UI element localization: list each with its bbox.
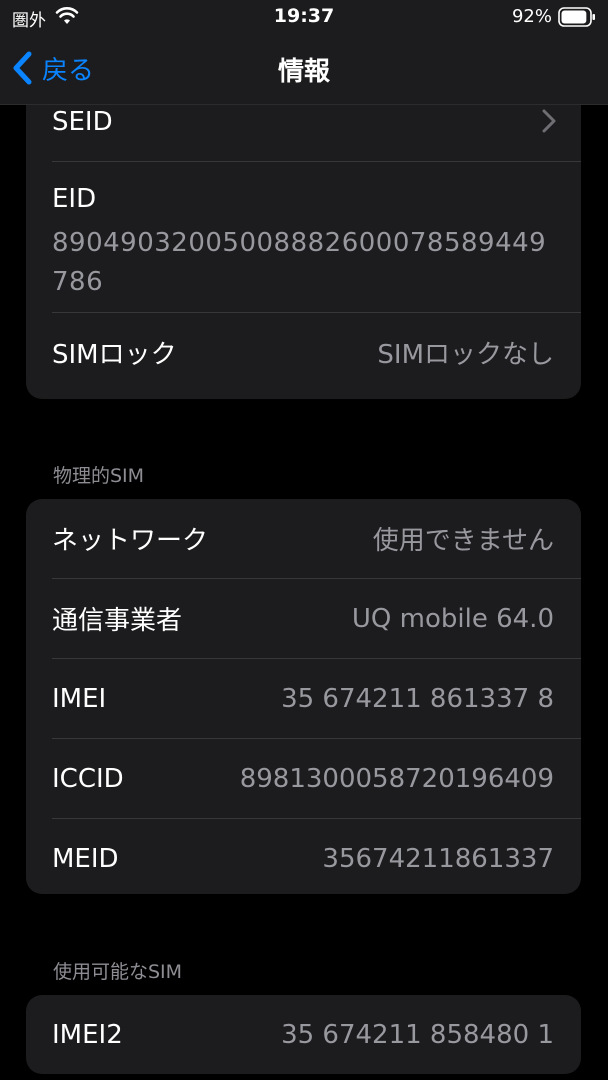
battery-icon (558, 7, 595, 27)
battery-percent: 92% (511, 6, 552, 27)
sim-lock-row: SIMロック SIMロックなし (52, 313, 581, 392)
seid-label: SEID (52, 106, 113, 137)
iccid-value: 8981300058720196409 (239, 763, 554, 794)
group-esim-info: SEID EID 8904903200500888260007858944978… (26, 105, 581, 399)
imei-value: 35 674211 861337 8 (281, 683, 554, 714)
network-row: ネットワーク 使用できません (52, 499, 581, 579)
carrier-row: 通信事業者 UQ mobile 64.0 (52, 579, 581, 659)
eid-row: EID 89049032005008882600078589449786 (52, 162, 581, 313)
network-label: ネットワーク (52, 526, 209, 556)
navigation-bar: 戻る 情報 (0, 34, 608, 105)
imei-label: IMEI (52, 683, 107, 714)
imei2-label: IMEI2 (52, 1019, 123, 1050)
sim-lock-label: SIMロック (52, 340, 177, 370)
sim-lock-value: SIMロックなし (377, 340, 554, 370)
eid-label: EID (52, 184, 97, 214)
eid-value: 89049032005008882600078589449786 (52, 228, 547, 297)
carrier-value: UQ mobile 64.0 (351, 603, 554, 634)
seid-row[interactable]: SEID (52, 105, 581, 162)
content-scroll[interactable]: SEID EID 8904903200500888260007858944978… (0, 105, 608, 1080)
iccid-label: ICCID (52, 763, 124, 794)
network-value: 使用できません (372, 526, 554, 556)
imei-row: IMEI 35 674211 861337 8 (52, 659, 581, 739)
section-header-physical-sim: 物理的SIM (53, 465, 145, 487)
status-bar: 圏外 19:37 92% (0, 0, 608, 34)
iccid-row: ICCID 8981300058720196409 (52, 739, 581, 819)
meid-value: 35674211861337 (322, 843, 554, 874)
group-physical-sim: ネットワーク 使用できません 通信事業者 UQ mobile 64.0 IMEI… (26, 499, 581, 894)
section-header-available-sim: 使用可能なSIM (53, 961, 183, 983)
imei2-row: IMEI2 35 674211 858480 1 (52, 995, 581, 1074)
chevron-right-icon (542, 109, 556, 133)
meid-label: MEID (52, 843, 119, 874)
carrier-row-label: 通信事業者 (52, 606, 183, 636)
group-available-sim: IMEI2 35 674211 858480 1 (26, 995, 581, 1074)
page-title: 情報 (277, 57, 330, 87)
imei2-value: 35 674211 858480 1 (281, 1019, 554, 1050)
meid-row: MEID 35674211861337 (52, 819, 581, 898)
